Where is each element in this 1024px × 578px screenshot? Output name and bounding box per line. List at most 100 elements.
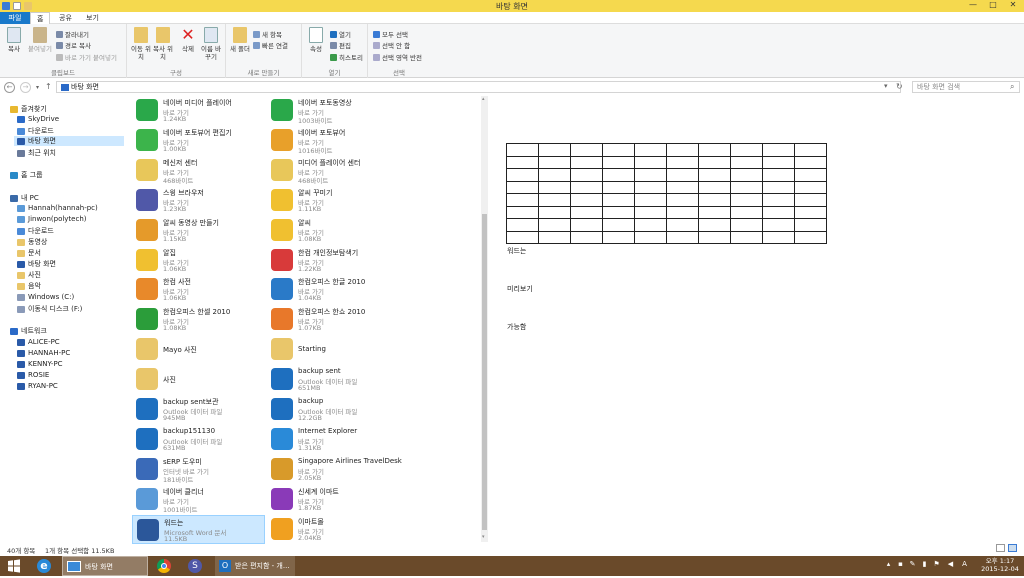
file-item[interactable]: 네이버 미디어 플레이어 바로 가기 1.24KB [132,96,265,125]
file-item[interactable]: backup151130 Outlook 데이터 파일 631MB [132,425,265,454]
maximize-button[interactable]: □ [982,0,1004,10]
tab-file[interactable]: 파일 [0,12,30,24]
nav-network-rosie[interactable]: ROSIE [17,371,49,379]
history-dropdown-icon[interactable]: ▾ [36,84,39,91]
nav-skydrive[interactable]: SkyDrive [17,115,59,123]
file-item[interactable]: backup sent보관 Outlook 데이터 파일 945MB [132,395,265,424]
ie-taskbar-button[interactable]: e [30,556,58,576]
file-item[interactable]: 네이버 포토뷰어 편집기 바로 가기 1.00KB [132,126,265,155]
file-item[interactable]: 네이버 포토뷰어 바로 가기 1016바이트 [267,126,400,155]
delete-button[interactable]: ✕ 삭제 [177,27,199,54]
copy-button[interactable]: 복사 [3,27,25,53]
nav-network[interactable]: 네트워크 [10,326,47,336]
nav-pc-desktop[interactable]: 바탕 화면 [17,259,56,269]
open-button[interactable]: 열기 [330,29,351,39]
start-button[interactable] [0,556,28,576]
move-to-button[interactable]: 이동 위치 [130,27,152,61]
file-item[interactable]: Mayo 사진 [132,335,265,364]
large-icons-view-icon[interactable] [1008,544,1017,552]
file-item[interactable]: Singapore Airlines TravelDesk 바로 가기 2.05KB [267,455,402,484]
outlook-taskbar-button[interactable]: O 받은 편지함 - 개... [215,556,295,576]
file-item[interactable]: 네이버 클리너 바로 가기 1001바이트 [132,485,265,514]
new-folder-button[interactable]: 새 폴더 [229,27,251,53]
nav-favorites[interactable]: 즐겨찾기 [10,104,47,114]
file-item[interactable]: backup Outlook 데이터 파일 12.2GB [267,395,400,424]
nav-pc-hannah[interactable]: Hannah(hannah-pc) [17,204,98,212]
scrollbar-thumb[interactable] [482,214,487,530]
file-item[interactable]: 알씨 바로 가기 1.08KB [267,216,400,245]
clock[interactable]: 오후 1:17 2015-12-04 [978,557,1022,573]
file-item[interactable]: 사진 [132,365,265,394]
nav-music[interactable]: 음악 [17,281,41,291]
properties-button[interactable]: 속성 [305,27,327,53]
nav-drive-c[interactable]: Windows (C:) [17,293,74,301]
select-none-button[interactable]: 선택 안 함 [373,40,410,50]
search-icon[interactable]: ⌕ [1010,82,1014,92]
tray-app-icon[interactable]: ▪ [896,560,905,571]
nav-desktop[interactable]: 바탕 화면 [14,136,124,146]
invert-selection-button[interactable]: 선택 영역 반전 [373,52,422,62]
nav-recent[interactable]: 최근 위치 [17,148,56,158]
file-item[interactable]: 스윙 브라우저 바로 가기 1.23KB [132,186,265,215]
file-item[interactable]: 미디어 플레이어 센터 바로 가기 468바이트 [267,156,400,185]
file-item[interactable]: 신세계 이마트 바로 가기 1.87KB [267,485,400,514]
nav-pc-downloads[interactable]: 다운로드 [17,226,54,236]
refresh-icon[interactable]: ↻ [896,82,903,91]
copy-to-button[interactable]: 복사 위치 [152,27,174,61]
nav-pc[interactable]: 내 PC [10,193,39,203]
close-button[interactable]: ✕ [1002,0,1024,10]
file-item[interactable]: 한컴오피스 한쇼 2010 바로 가기 1.07KB [267,305,400,334]
file-item[interactable]: Starting [267,335,400,364]
file-item[interactable]: Internet Explorer 바로 가기 1.31KB [267,425,400,454]
tab-home[interactable]: 홈 [30,12,51,24]
file-item[interactable]: 한컴 사전 바로 가기 1.06KB [132,275,265,304]
tray-pen-icon[interactable]: ✎ [908,560,917,571]
forward-button[interactable]: → [20,82,31,93]
file-item[interactable]: backup sent Outlook 데이터 파일 651MB [267,365,400,394]
tray-network-icon[interactable]: ▮ [920,560,929,571]
nav-videos[interactable]: 동영상 [17,237,47,247]
nav-pc-jinwon[interactable]: Jinwon(polytech) [17,215,87,223]
history-button[interactable]: 히스토리 [330,52,363,62]
nav-network-alice[interactable]: ALICE-PC [17,338,60,346]
nav-documents[interactable]: 문서 [17,248,41,258]
file-item[interactable]: 이마트몰 바로 가기 2.04KB [267,515,400,544]
file-item[interactable]: 한컴오피스 한셀 2010 바로 가기 1.08KB [132,305,265,334]
search-input[interactable]: 바탕 화면 검색 [912,81,1020,93]
address-input[interactable]: 바탕 화면 [56,81,901,93]
file-item[interactable]: 한컴 개인정보탐색기 바로 가기 1.22KB [267,246,400,275]
tab-share[interactable]: 공유 [53,12,78,24]
nav-homegroup[interactable]: 홈 그룹 [10,170,43,180]
scroll-up-icon[interactable]: ▴ [482,96,485,102]
details-view-icon[interactable] [996,544,1005,552]
copy-path-button[interactable]: 경로 복사 [56,40,91,50]
file-item[interactable]: 워드는 Microsoft Word 문서 11.5KB [132,514,265,544]
rename-button[interactable]: 이름 바꾸기 [200,27,222,61]
new-item-button[interactable]: 새 항목 [253,29,282,39]
nav-network-hannah[interactable]: HANNAH-PC [17,349,70,357]
ime-indicator[interactable]: A [960,560,969,571]
nav-network-kenny[interactable]: KENNY-PC [17,360,63,368]
nav-pictures[interactable]: 사진 [17,270,41,280]
file-item[interactable]: 알씨 꾸미기 바로 가기 1.11KB [267,186,400,215]
tray-flag-icon[interactable]: ⚑ [932,560,941,571]
easy-access-button[interactable]: 빠른 연결 [253,40,288,50]
paste-button[interactable]: 붙여넣기 [28,27,52,53]
file-item[interactable]: 알씨 동영상 만들기 바로 가기 1.15KB [132,216,265,245]
file-item[interactable]: 메신저 센터 바로 가기 468바이트 [132,156,265,185]
tray-volume-icon[interactable]: ◀ [946,560,955,571]
select-all-button[interactable]: 모두 선택 [373,29,408,39]
file-item[interactable]: 네이버 포토동영상 바로 가기 1003바이트 [267,96,400,125]
nav-drive-f[interactable]: 이동식 디스크 (F:) [17,304,82,314]
file-list-scrollbar[interactable]: ▴ ▾ [481,96,488,542]
address-dropdown-icon[interactable]: ▾ [884,82,888,90]
back-button[interactable]: ← [4,82,15,93]
explorer-taskbar-button[interactable]: 바탕 화면 [62,556,148,576]
nav-network-ryan[interactable]: RYAN-PC [17,382,58,390]
file-item[interactable]: 한컴오피스 한글 2010 바로 가기 1.04KB [267,275,400,304]
tray-arrow-icon[interactable]: ▴ [884,560,893,571]
swing-taskbar-button[interactable]: S [182,556,210,576]
file-item[interactable]: sERP 도우미 인터넷 바로 가기 181바이트 [132,455,265,484]
edit-button[interactable]: 편집 [330,40,351,50]
nav-downloads[interactable]: 다운로드 [17,126,54,136]
